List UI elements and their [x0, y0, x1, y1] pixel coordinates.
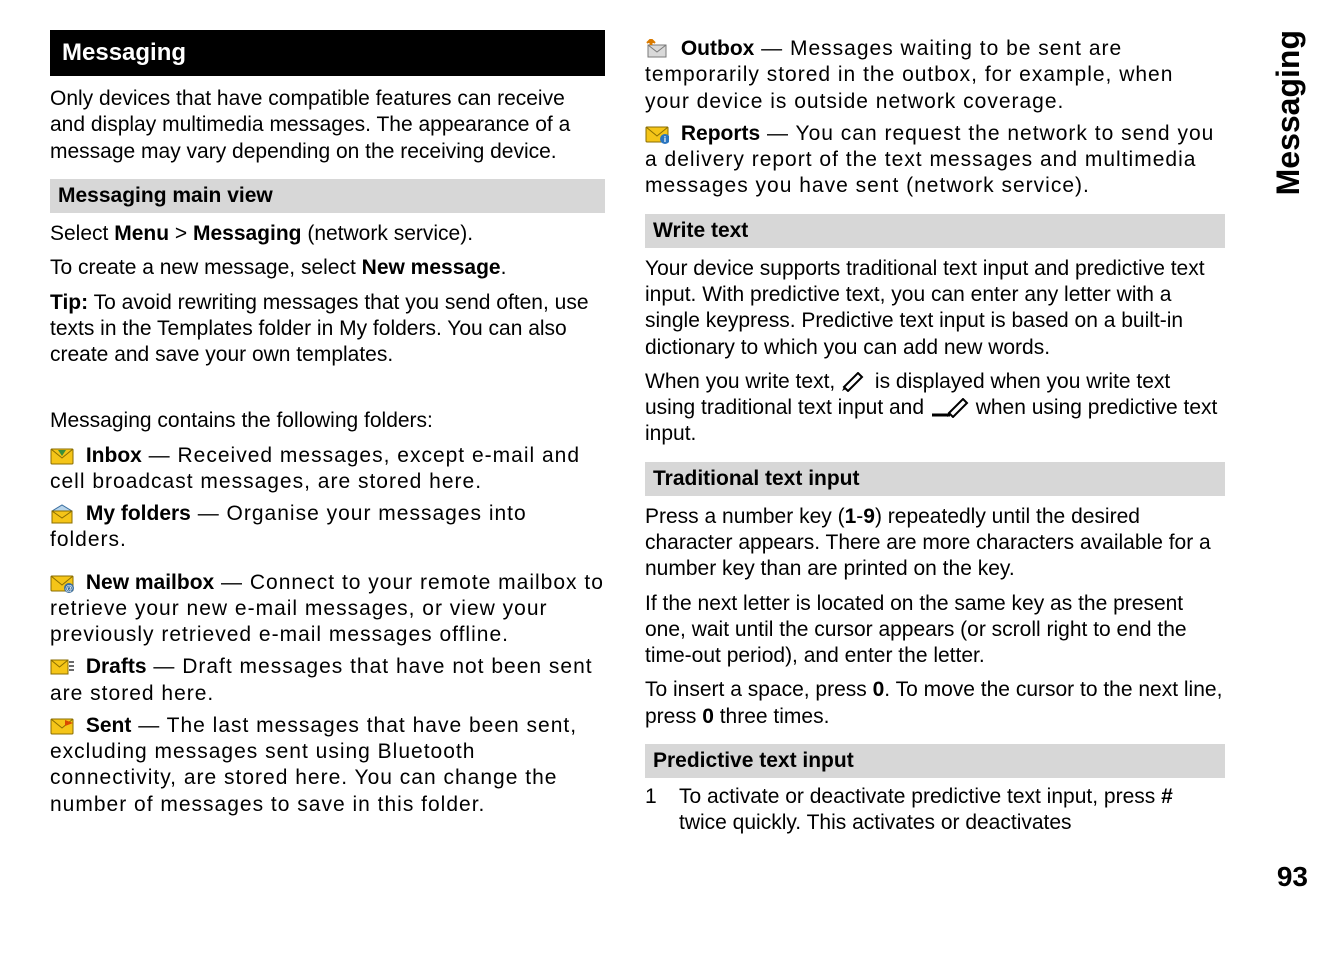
step-body: To activate or deactivate predictive tex…	[679, 784, 1225, 837]
inbox-icon	[50, 446, 74, 466]
folder-sent: Sent — The last messages that have been …	[50, 713, 605, 818]
key-9: 9	[863, 505, 875, 528]
text: twice quickly. This activates or deactiv…	[679, 811, 1072, 834]
text: (network service).	[302, 222, 474, 245]
text: .	[501, 256, 507, 279]
text: When you write text,	[645, 370, 841, 393]
side-tab-label: Messaging	[1268, 30, 1308, 195]
page-number: 93	[1277, 859, 1308, 894]
text: Select	[50, 222, 114, 245]
folders-intro: Messaging contains the following folders…	[50, 408, 605, 434]
section-title: Messaging	[50, 30, 605, 76]
new-message-line: To create a new message, select New mess…	[50, 255, 605, 281]
sent-icon	[50, 716, 74, 736]
write-text-paragraph: Your device supports traditional text in…	[645, 256, 1225, 361]
new-mailbox-icon	[50, 573, 74, 593]
write-text-inline: When you write text, is displayed when y…	[645, 369, 1225, 448]
folder-reports: Reports — You can request the network to…	[645, 121, 1225, 200]
menu-label: Menu	[114, 222, 169, 245]
text: three times.	[714, 705, 830, 728]
tip-label: Tip:	[50, 291, 88, 314]
text: To create a new message, select	[50, 256, 362, 279]
folder-name: Drafts	[86, 655, 147, 678]
folder-drafts: Drafts — Draft messages that have not be…	[50, 654, 605, 707]
heading-predictive-text-input: Predictive text input	[645, 744, 1225, 778]
folder-new-mailbox: New mailbox — Connect to your remote mai…	[50, 570, 605, 649]
list-item: 1 To activate or deactivate predictive t…	[645, 784, 1225, 837]
traditional-p3: To insert a space, press 0. To move the …	[645, 677, 1225, 730]
folder-name: New mailbox	[86, 571, 214, 594]
traditional-p1: Press a number key (1-9) repeatedly unti…	[645, 504, 1225, 583]
folder-inbox: Inbox — Received messages, except e-mail…	[50, 443, 605, 496]
new-message-label: New message	[362, 256, 501, 279]
drafts-icon	[50, 657, 74, 677]
predictive-steps: 1 To activate or deactivate predictive t…	[645, 784, 1225, 837]
step-number: 1	[645, 784, 665, 837]
key-1: 1	[845, 505, 857, 528]
heading-traditional-text-input: Traditional text input	[645, 462, 1225, 496]
key-hash: #	[1161, 785, 1173, 808]
text: To insert a space, press	[645, 678, 873, 701]
my-folders-icon	[50, 504, 74, 524]
traditional-input-icon	[841, 372, 869, 392]
key-0: 0	[873, 678, 885, 701]
traditional-p2: If the next letter is located on the sam…	[645, 591, 1225, 670]
outbox-icon	[645, 39, 669, 59]
folder-name: Inbox	[86, 444, 142, 467]
folder-outbox: Outbox — Messages waiting to be sent are…	[645, 36, 1225, 115]
predictive-input-icon	[930, 398, 970, 418]
heading-write-text: Write text	[645, 214, 1225, 248]
folder-name: Outbox	[681, 37, 755, 60]
folder-name: Reports	[681, 122, 760, 145]
folder-name: My folders	[86, 502, 191, 525]
messaging-label: Messaging	[193, 222, 302, 245]
tip-body: To avoid rewriting messages that you sen…	[50, 291, 589, 367]
text: Press a number key (	[645, 505, 845, 528]
select-line: Select Menu > Messaging (network service…	[50, 221, 605, 247]
reports-icon	[645, 124, 669, 144]
text: >	[169, 222, 193, 245]
text: To activate or deactivate predictive tex…	[679, 785, 1161, 808]
key-0: 0	[702, 705, 714, 728]
heading-messaging-main-view: Messaging main view	[50, 179, 605, 213]
folder-name: Sent	[86, 714, 132, 737]
intro-text: Only devices that have compatible featur…	[50, 86, 605, 165]
folder-my-folders: My folders — Organise your messages into…	[50, 501, 605, 554]
tip-paragraph: Tip: To avoid rewriting messages that yo…	[50, 290, 605, 369]
